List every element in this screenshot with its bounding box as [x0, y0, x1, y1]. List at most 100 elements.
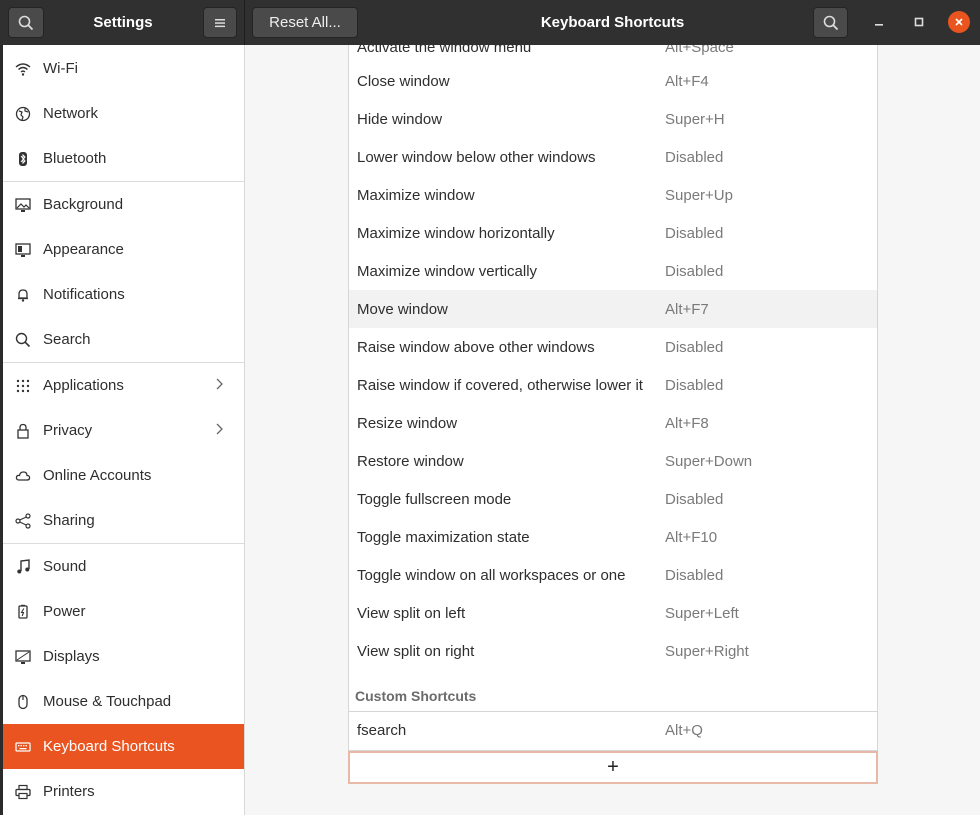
sidebar-item-label: Power — [43, 603, 86, 620]
sidebar-item-appearance[interactable]: Appearance — [3, 227, 244, 272]
custom-shortcut-row[interactable]: fsearch Alt+Q — [348, 711, 878, 751]
minimize-button[interactable] — [868, 11, 890, 33]
header-bar: Settings Reset All... Keyboard Shortcuts — [0, 0, 980, 45]
sidebar-item-online-accounts[interactable]: Online Accounts — [3, 453, 244, 498]
add-shortcut-button[interactable]: + — [348, 751, 878, 784]
cloud-icon — [3, 468, 43, 484]
search-icon — [3, 332, 43, 348]
shortcut-search-button[interactable] — [813, 7, 848, 38]
shortcut-accel: Disabled — [665, 338, 724, 356]
reset-all-button[interactable]: Reset All... — [252, 7, 358, 38]
shortcut-row[interactable]: Restore window Super+Down — [349, 442, 877, 480]
settings-search-button[interactable] — [8, 7, 44, 38]
plus-icon: + — [607, 756, 619, 778]
shortcut-name: Maximize window vertically — [357, 262, 538, 280]
shortcut-accel: Alt+F10 — [665, 528, 718, 546]
sidebar-item-label: Sound — [43, 558, 87, 575]
maximize-button[interactable] — [908, 11, 930, 33]
shortcut-name: Close window — [357, 72, 450, 90]
shortcut-row[interactable]: Toggle fullscreen mode Disabled — [349, 480, 877, 518]
shortcut-name: Restore window — [357, 452, 464, 470]
shortcut-name: Toggle maximization state — [357, 528, 530, 546]
background-icon — [3, 197, 43, 213]
shortcut-row[interactable]: Lower window below other windows Disable… — [349, 138, 877, 176]
bluetooth-icon — [3, 151, 43, 167]
shortcut-accel: Alt+Q — [665, 722, 703, 739]
shortcut-accel: Disabled — [665, 262, 724, 280]
shortcut-row[interactable]: Toggle maximization state Alt+F10 — [349, 518, 877, 556]
shortcut-row[interactable]: Move window Alt+F7 — [349, 290, 877, 328]
main-panel: Activate the window menu Alt+Space Close… — [245, 45, 980, 815]
shortcut-accel: Disabled — [665, 376, 724, 394]
shortcut-name: Maximize window — [357, 186, 475, 204]
keyboard-icon — [3, 739, 43, 755]
sidebar-item-search[interactable]: Search — [3, 317, 244, 362]
shortcut-name: Move window — [357, 300, 448, 318]
shortcut-row[interactable]: Maximize window vertically Disabled — [349, 252, 877, 290]
power-icon — [3, 604, 43, 620]
sidebar-item-label: Privacy — [43, 422, 93, 439]
shortcut-name: Hide window — [357, 110, 443, 128]
sidebar-item-printers[interactable]: Printers — [3, 769, 244, 814]
sidebar-item-sound[interactable]: Sound — [3, 544, 244, 589]
chevron-right-icon — [214, 377, 244, 394]
sidebar-item-network[interactable]: Network — [3, 91, 244, 136]
shortcut-name: Toggle fullscreen mode — [357, 490, 512, 508]
sidebar-item-label: Keyboard Shortcuts — [43, 738, 175, 755]
printer-icon — [3, 784, 43, 800]
shortcut-row[interactable]: Close window Alt+F4 — [349, 62, 877, 100]
sidebar-item-mouse-touchpad[interactable]: Mouse & Touchpad — [3, 679, 244, 724]
shortcut-accel: Super+Down — [665, 452, 753, 470]
shortcut-row[interactable]: Maximize window Super+Up — [349, 176, 877, 214]
shortcut-accel: Alt+F7 — [665, 300, 709, 318]
shortcut-accel: Disabled — [665, 148, 724, 166]
shortcut-name: fsearch — [357, 722, 407, 739]
main-menu-button[interactable] — [203, 7, 237, 38]
sidebar-item-power[interactable]: Power — [3, 589, 244, 634]
sidebar-item-keyboard-shortcuts[interactable]: Keyboard Shortcuts — [3, 724, 244, 769]
shortcut-accel: Alt+F8 — [665, 414, 709, 432]
sidebar-item-label: Mouse & Touchpad — [43, 693, 172, 710]
sidebar-item-label: Notifications — [43, 286, 125, 303]
shortcut-accel: Disabled — [665, 566, 724, 584]
shortcut-accel: Super+H — [665, 110, 725, 128]
sidebar-item-privacy[interactable]: Privacy — [3, 408, 244, 453]
sidebar-item-sharing[interactable]: Sharing — [3, 498, 244, 543]
sidebar-item-label: Bluetooth — [43, 150, 107, 167]
shortcut-row[interactable]: Raise window above other windows Disable… — [349, 328, 877, 366]
sidebar-item-label: Online Accounts — [43, 467, 152, 484]
close-button[interactable] — [948, 11, 970, 33]
sidebar-item-applications[interactable]: Applications — [3, 363, 244, 408]
shortcut-name: Raise window above other windows — [357, 338, 595, 356]
hamburger-icon — [215, 18, 225, 27]
sidebar-item-wifi[interactable]: Wi-Fi — [3, 46, 244, 91]
shortcut-row[interactable]: Toggle window on all workspaces or one D… — [349, 556, 877, 594]
shortcut-accel: Alt+F4 — [665, 72, 709, 90]
shortcut-list: Activate the window menu Alt+Space Close… — [348, 45, 878, 750]
share-icon — [3, 512, 43, 529]
sidebar-item-notifications[interactable]: Notifications — [3, 272, 244, 317]
mouse-icon — [3, 694, 43, 710]
sidebar-item-displays[interactable]: Displays — [3, 634, 244, 679]
shortcut-accel: Disabled — [665, 490, 724, 508]
sidebar-item-label: Search — [43, 331, 91, 348]
music-icon — [3, 558, 43, 575]
minimize-icon — [875, 24, 883, 26]
sidebar-item-background[interactable]: Background — [3, 182, 244, 227]
shortcut-accel: Disabled — [665, 224, 724, 242]
shortcut-row[interactable]: Maximize window horizontally Disabled — [349, 214, 877, 252]
grid-icon — [3, 378, 43, 394]
sidebar-item-label: Wi-Fi — [43, 60, 78, 77]
shortcut-name: Raise window if covered, otherwise lower… — [357, 376, 643, 394]
shortcut-row[interactable]: View split on right Super+Right — [349, 632, 877, 670]
chevron-right-icon — [214, 422, 244, 439]
sidebar-item-bluetooth[interactable]: Bluetooth — [3, 136, 244, 181]
shortcut-row[interactable]: View split on left Super+Left — [349, 594, 877, 632]
shortcut-row[interactable]: Raise window if covered, otherwise lower… — [349, 366, 877, 404]
search-icon — [823, 15, 838, 30]
shortcut-row[interactable]: Hide window Super+H — [349, 100, 877, 138]
shortcut-row[interactable]: Resize window Alt+F8 — [349, 404, 877, 442]
bell-icon — [3, 287, 43, 303]
shortcut-name: View split on left — [357, 604, 466, 622]
shortcut-accel: Super+Up — [665, 186, 733, 204]
